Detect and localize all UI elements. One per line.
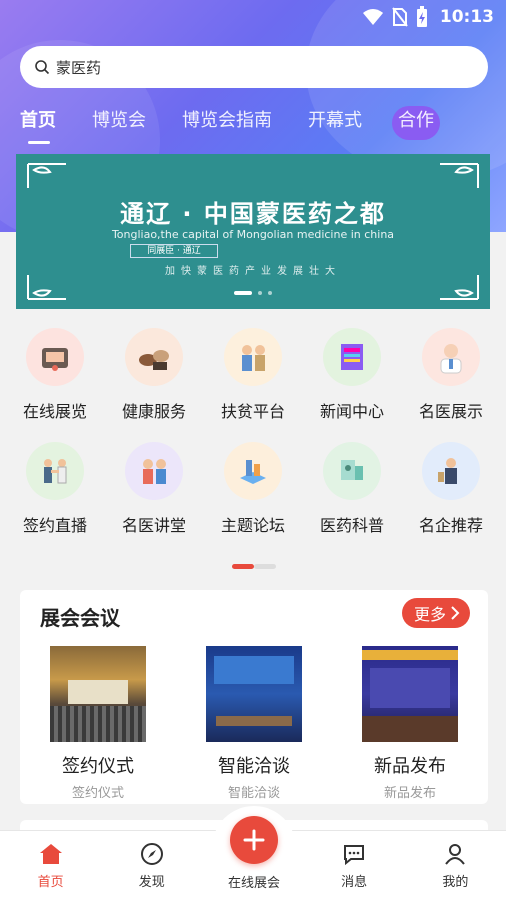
grid-label: 健康服务 (121, 402, 186, 421)
chat-icon (341, 841, 367, 867)
health-service-icon (125, 328, 183, 386)
user-icon (442, 841, 468, 867)
grid-label: 名医讲堂 (121, 516, 186, 535)
status-bar: 10:13 (0, 0, 506, 34)
item-subtitle: 签约仪式 (71, 786, 124, 801)
clock: 10:13 (439, 7, 494, 27)
carousel-dot (268, 291, 272, 295)
exhibition-icon (26, 328, 84, 386)
grid-item-company-recommend[interactable]: 名企推荐 (402, 432, 500, 546)
carousel-dot-active (234, 291, 252, 295)
grid-label: 名医展示 (418, 402, 483, 421)
more-button[interactable]: 更多 (401, 598, 470, 628)
banner-subtitle: Tongliao,the capital of Mongolian medici… (111, 228, 395, 241)
tab-home[interactable]: 首页 (20, 106, 56, 144)
grid-label: 新闻中心 (319, 402, 384, 421)
grid-item-medical-science[interactable]: 医药科普 (303, 432, 401, 546)
feature-grid: 在线展览 健康服务 扶贫平台 新闻中心 名医展示 签约直播 名医讲堂 主题论坛 … (0, 318, 506, 546)
chevron-right-icon (451, 606, 460, 620)
grid-item-doctor-lecture[interactable]: 名医讲堂 (105, 432, 203, 546)
tab-cooperation[interactable]: 合作 (392, 106, 440, 140)
expo-item-signing-ceremony[interactable]: 签约仪式 签约仪式 (28, 646, 168, 801)
search-input[interactable]: 蒙医药 (56, 57, 101, 78)
top-tabs: 首页 博览会 博览会指南 开幕式 合作 (20, 106, 476, 144)
carousel-dot (258, 291, 262, 295)
nav-label: 首页 (37, 875, 64, 890)
doctor-icon (422, 328, 480, 386)
poverty-platform-icon (224, 328, 282, 386)
grid-page-indicator (232, 564, 276, 569)
grid-item-signing-live[interactable]: 签约直播 (6, 432, 104, 546)
grid-item-online-exhibition[interactable]: 在线展览 (6, 318, 104, 432)
news-icon (323, 328, 381, 386)
forum-icon (224, 442, 282, 500)
page-indicator (254, 564, 276, 569)
online-expo-label: 在线展会 (227, 876, 280, 891)
banner-tag: 同展臣 · 通辽 (130, 244, 218, 258)
tab-expo-guide[interactable]: 博览会指南 (182, 106, 272, 140)
plus-icon (243, 829, 265, 851)
grid-label: 签约直播 (22, 516, 87, 535)
grid-item-poverty-platform[interactable]: 扶贫平台 (204, 318, 302, 432)
expo-meeting-card: 展会会议 更多 签约仪式 签约仪式 智能洽谈 智能洽谈 新品发布 新品发布 (20, 590, 488, 804)
item-title: 智能洽谈 (218, 756, 290, 777)
no-sim-icon (392, 7, 408, 27)
section-title: 展会会议 (40, 606, 120, 630)
compass-icon (139, 841, 165, 867)
online-expo-button[interactable] (230, 816, 278, 864)
nav-label: 消息 (341, 875, 368, 890)
grid-item-news-center[interactable]: 新闻中心 (303, 318, 401, 432)
nav-messages[interactable]: 消息 (309, 841, 399, 890)
smart-negotiation-photo (206, 646, 302, 742)
nav-label: 我的 (442, 875, 469, 890)
home-icon (38, 841, 64, 867)
item-subtitle: 智能洽谈 (227, 786, 280, 801)
search-icon (35, 60, 50, 75)
banner-carousel[interactable]: 通辽 · 中国蒙医药之都 Tongliao,the capital of Mon… (16, 154, 490, 309)
grid-label: 医药科普 (319, 516, 384, 535)
nav-discover[interactable]: 发现 (107, 841, 197, 890)
banner-slogan: 加快蒙医药产业发展壮大 (165, 266, 341, 277)
carousel-indicator (16, 291, 490, 295)
signing-ceremony-photo (50, 646, 146, 742)
tab-expo[interactable]: 博览会 (92, 106, 146, 140)
expo-item-smart-negotiation[interactable]: 智能洽谈 智能洽谈 (184, 646, 324, 801)
page-indicator-active (232, 564, 254, 569)
item-title: 签约仪式 (62, 756, 134, 777)
item-title: 新品发布 (374, 756, 446, 777)
ornament-icon (440, 163, 479, 188)
grid-label: 在线展览 (22, 402, 87, 421)
lecture-icon (125, 442, 183, 500)
grid-label: 主题论坛 (220, 516, 285, 535)
battery-icon (416, 6, 427, 27)
banner-title: 通辽 · 中国蒙医药之都 (120, 200, 386, 228)
company-icon (422, 442, 480, 500)
product-launch-photo (362, 646, 458, 742)
wifi-icon (362, 9, 383, 25)
grid-label: 扶贫平台 (220, 402, 285, 421)
grid-item-theme-forum[interactable]: 主题论坛 (204, 432, 302, 546)
expo-item-product-launch[interactable]: 新品发布 新品发布 (340, 646, 480, 801)
grid-item-doctor-showcase[interactable]: 名医展示 (402, 318, 500, 432)
item-subtitle: 新品发布 (383, 786, 436, 801)
grid-label: 名企推荐 (418, 516, 483, 535)
grid-item-health-service[interactable]: 健康服务 (105, 318, 203, 432)
signing-icon (26, 442, 84, 500)
nav-home[interactable]: 首页 (6, 841, 96, 890)
nav-mine[interactable]: 我的 (410, 841, 500, 890)
more-label: 更多 (413, 605, 446, 624)
nav-label: 发现 (138, 875, 165, 890)
tab-opening[interactable]: 开幕式 (308, 106, 362, 140)
ornament-icon (27, 163, 66, 188)
search-bar[interactable]: 蒙医药 (20, 46, 488, 88)
science-icon (323, 442, 381, 500)
